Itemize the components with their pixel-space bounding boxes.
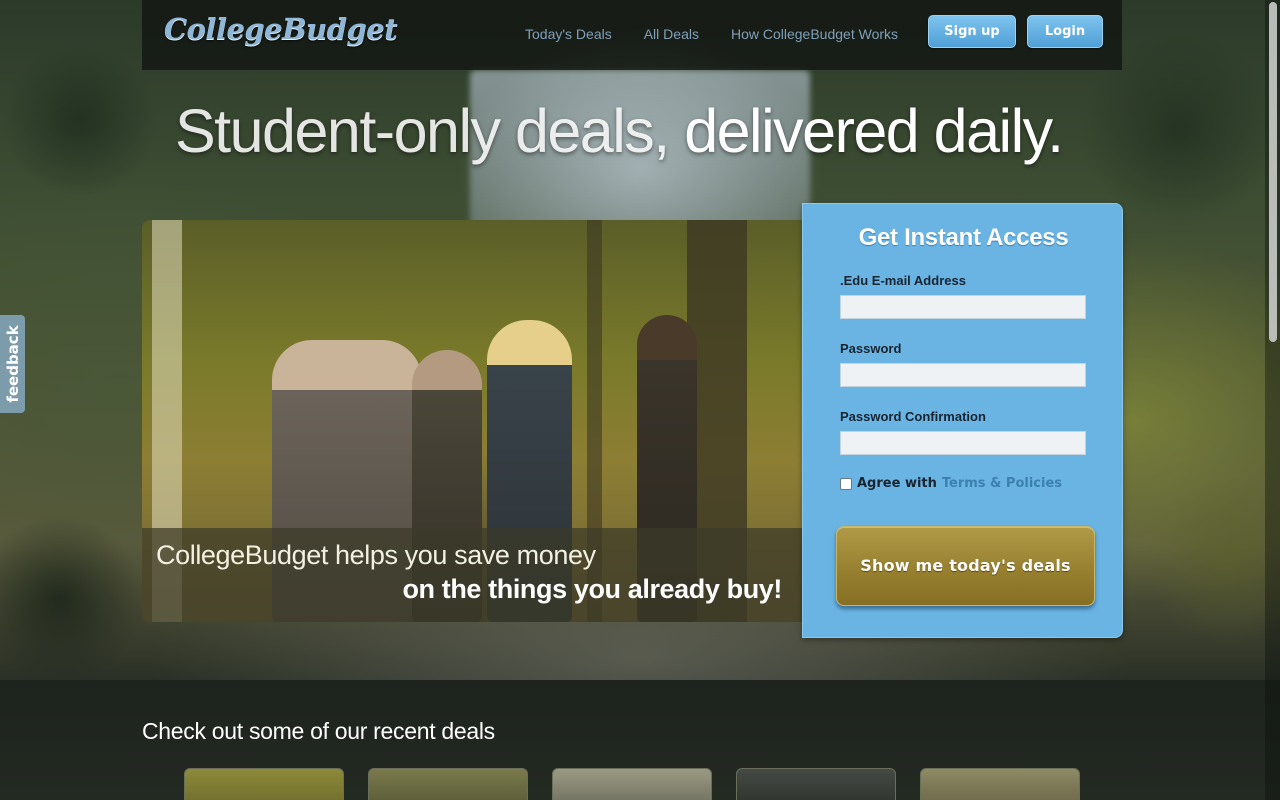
- page-headline: Student-only deals, delivered daily.: [175, 96, 1064, 166]
- main-nav: Today's Deals All Deals How CollegeBudge…: [525, 26, 898, 42]
- agree-checkbox[interactable]: [840, 477, 852, 490]
- recent-deals-heading: Check out some of our recent deals: [142, 718, 495, 744]
- scrollbar-thumb[interactable]: [1269, 2, 1277, 342]
- terms-link[interactable]: Terms & Policies: [942, 476, 1062, 491]
- hero-caption: CollegeBudget helps you save money on th…: [142, 528, 802, 622]
- nav-all-deals[interactable]: All Deals: [644, 26, 699, 42]
- deal-thumbnail[interactable]: [184, 768, 344, 800]
- deal-thumbnail[interactable]: [920, 768, 1080, 800]
- nav-todays-deals[interactable]: Today's Deals: [525, 26, 612, 42]
- caption-line-2: on the things you already buy!: [402, 574, 782, 604]
- signup-button[interactable]: Sign up: [928, 15, 1016, 48]
- password-label: Password: [840, 341, 902, 356]
- deal-thumbnail[interactable]: [552, 768, 712, 800]
- deal-thumbnail[interactable]: [368, 768, 528, 800]
- feedback-label: feedback: [3, 325, 22, 403]
- email-label: .Edu E-mail Address: [840, 273, 966, 288]
- top-navigation-bar: CollegeBudget Today's Deals All Deals Ho…: [142, 0, 1122, 70]
- login-button[interactable]: Login: [1027, 15, 1103, 48]
- password-field[interactable]: [840, 363, 1086, 387]
- nav-how-it-works[interactable]: How CollegeBudget Works: [731, 26, 898, 42]
- hero-photo: CollegeBudget helps you save money on th…: [142, 220, 802, 622]
- agree-label: Agree with: [857, 476, 937, 491]
- site-logo[interactable]: CollegeBudget: [164, 12, 398, 46]
- password-confirm-field[interactable]: [840, 431, 1086, 455]
- signup-form: Get Instant Access .Edu E-mail Address P…: [802, 203, 1123, 638]
- deal-thumbnail[interactable]: [736, 768, 896, 800]
- vertical-scrollbar[interactable]: [1265, 0, 1280, 800]
- email-field[interactable]: [840, 295, 1086, 319]
- show-deals-button[interactable]: Show me today's deals: [836, 526, 1095, 606]
- caption-line-1: CollegeBudget helps you save money: [156, 540, 596, 570]
- headline-bold: delivered daily.: [684, 97, 1064, 165]
- headline-light: Student-only deals,: [175, 97, 670, 165]
- password-confirm-label: Password Confirmation: [840, 409, 986, 424]
- form-title: Get Instant Access: [858, 224, 1069, 251]
- feedback-tab[interactable]: feedback: [0, 315, 25, 413]
- agree-row: Agree with Terms & Policies: [840, 476, 1062, 491]
